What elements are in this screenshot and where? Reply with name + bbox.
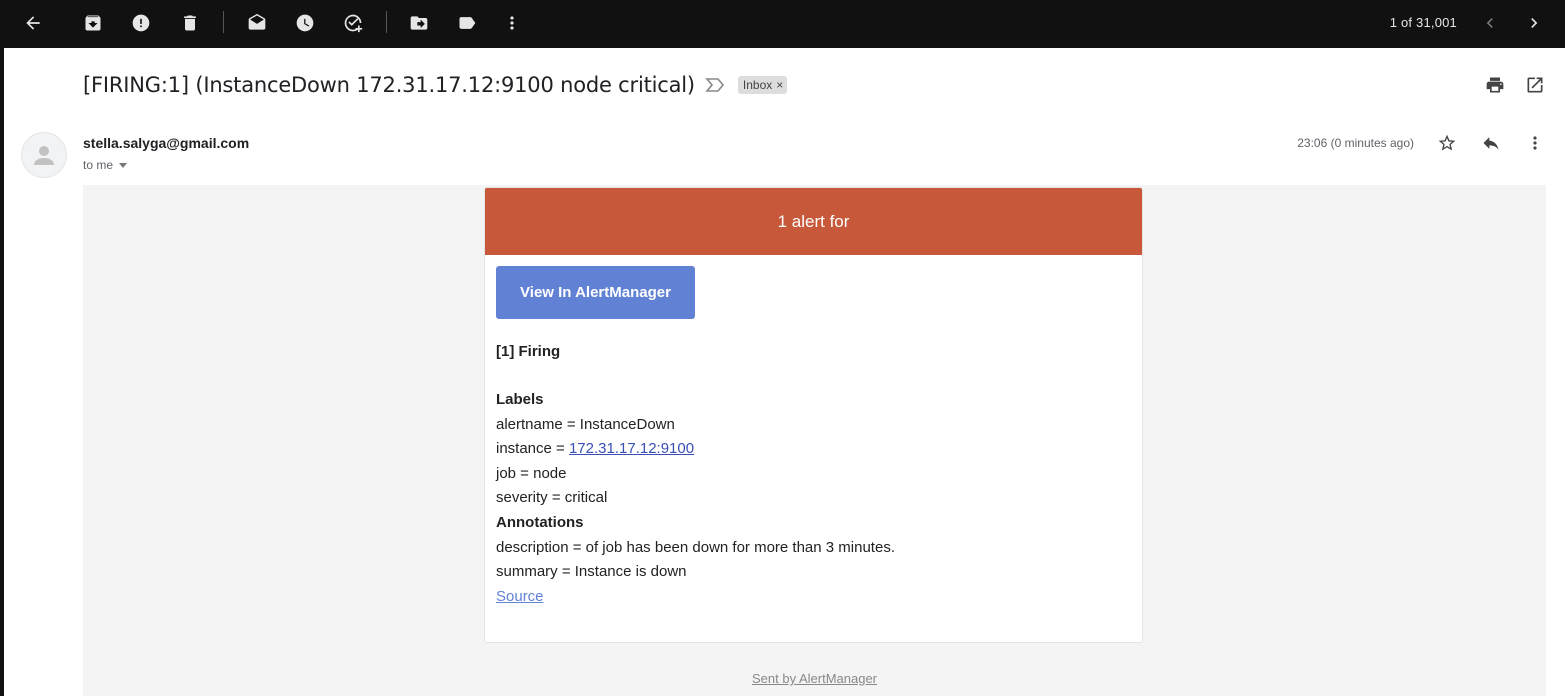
annotation-description: description = of job has been down for m… (496, 538, 895, 556)
email-timestamp: 23:06 (0 minutes ago) (1297, 136, 1414, 150)
labels-icon[interactable] (452, 8, 482, 38)
star-icon[interactable] (1434, 130, 1460, 156)
print-icon[interactable] (1482, 72, 1508, 98)
label-job: job = node (496, 464, 567, 482)
annotations-heading: Annotations (496, 513, 584, 531)
delete-icon[interactable] (175, 8, 205, 38)
alert-header: 1 alert for (485, 188, 1142, 255)
reply-icon[interactable] (1478, 130, 1504, 156)
view-in-alertmanager-button[interactable]: View In AlertManager (496, 266, 695, 319)
message-pane: [FIRING:1] (InstanceDown 172.31.17.12:91… (4, 48, 1565, 696)
instance-link[interactable]: 172.31.17.12:9100 (569, 440, 694, 457)
message-more-icon[interactable] (1522, 130, 1548, 156)
add-to-tasks-icon[interactable] (338, 8, 368, 38)
label-instance: instance = 172.31.17.12:9100 (496, 437, 1131, 462)
importance-marker-icon[interactable] (705, 77, 727, 93)
gmail-window: 1 of 31,001 [FIRING:1] (InstanceDown 172… (0, 0, 1565, 696)
email-subject: [FIRING:1] (InstanceDown 172.31.17.12:91… (83, 73, 695, 97)
report-spam-icon[interactable] (126, 8, 156, 38)
open-new-window-icon[interactable] (1522, 72, 1548, 98)
labels-heading: Labels (496, 391, 544, 408)
email-footer: Sent by AlertManager (83, 671, 1546, 686)
label-severity: severity = critical (496, 489, 608, 507)
sender-email[interactable]: stella.salyga@gmail.com (83, 135, 249, 151)
firing-heading: [1] Firing (496, 343, 561, 360)
sender-avatar[interactable] (21, 132, 67, 178)
toolbar-divider (386, 11, 387, 33)
chevron-left-icon[interactable] (1475, 8, 1505, 38)
sent-by-alertmanager-link[interactable]: Sent by AlertManager (752, 671, 877, 686)
source-link[interactable]: Source (496, 588, 544, 605)
mark-unread-icon[interactable] (242, 8, 272, 38)
label-alertname: alertname = InstanceDown (496, 415, 675, 433)
alert-card-body: View In AlertManager [1] Firing Labels a… (485, 255, 1142, 609)
remove-label-button[interactable]: × (776, 78, 783, 92)
subject-row: [FIRING:1] (InstanceDown 172.31.17.12:91… (83, 70, 788, 100)
default-avatar-icon (34, 146, 54, 165)
chevron-right-icon[interactable] (1519, 8, 1549, 38)
instance-key: instance = (496, 440, 569, 458)
snooze-icon[interactable] (290, 8, 320, 38)
to-me-label: to me (83, 158, 114, 172)
email-body: 1 alert for View In AlertManager [1] Fir… (83, 185, 1546, 696)
more-vert-icon[interactable] (497, 8, 527, 38)
inbox-label-chip: Inbox × (737, 76, 788, 94)
move-to-icon[interactable] (404, 8, 434, 38)
pager-count: 1 of 31,001 (1389, 15, 1457, 30)
back-arrow-icon[interactable] (18, 8, 48, 38)
recipient-details-toggle[interactable]: to me (83, 158, 128, 172)
archive-icon[interactable] (78, 8, 108, 38)
caret-down-icon (119, 162, 128, 168)
annotation-summary: summary = Instance is down (496, 563, 687, 581)
message-toolbar: 1 of 31,001 (0, 0, 1565, 46)
toolbar-divider (223, 11, 224, 33)
alert-card: 1 alert for View In AlertManager [1] Fir… (484, 187, 1143, 643)
inbox-label-text: Inbox (742, 78, 773, 92)
